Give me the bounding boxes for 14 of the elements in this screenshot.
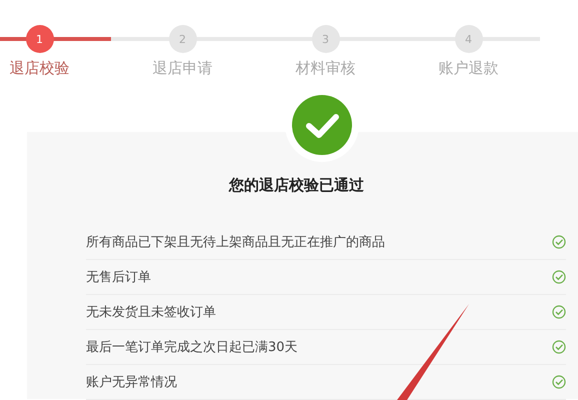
check-item-text: 无售后订单 bbox=[86, 269, 151, 286]
step-label: 账户退款 bbox=[438, 59, 498, 77]
result-title: 您的退店校验已通过 bbox=[228, 175, 365, 195]
check-item-text: 所有商品已下架且无待上架商品且无正在推广的商品 bbox=[86, 234, 385, 251]
check-item-text: 最后一笔订单完成之次日起已满30天 bbox=[86, 339, 298, 356]
check-item-text: 无未发货且未签收订单 bbox=[86, 304, 216, 321]
check-item-text: 账户无异常情况 bbox=[86, 374, 177, 391]
step-number: 2 bbox=[168, 25, 196, 53]
step-label: 退店校验 bbox=[10, 59, 70, 77]
step-label: 退店申请 bbox=[152, 59, 212, 77]
step-number: 1 bbox=[26, 25, 54, 53]
step-number: 4 bbox=[454, 25, 482, 53]
step-label: 材料审核 bbox=[296, 59, 356, 77]
step-number: 3 bbox=[312, 25, 340, 53]
